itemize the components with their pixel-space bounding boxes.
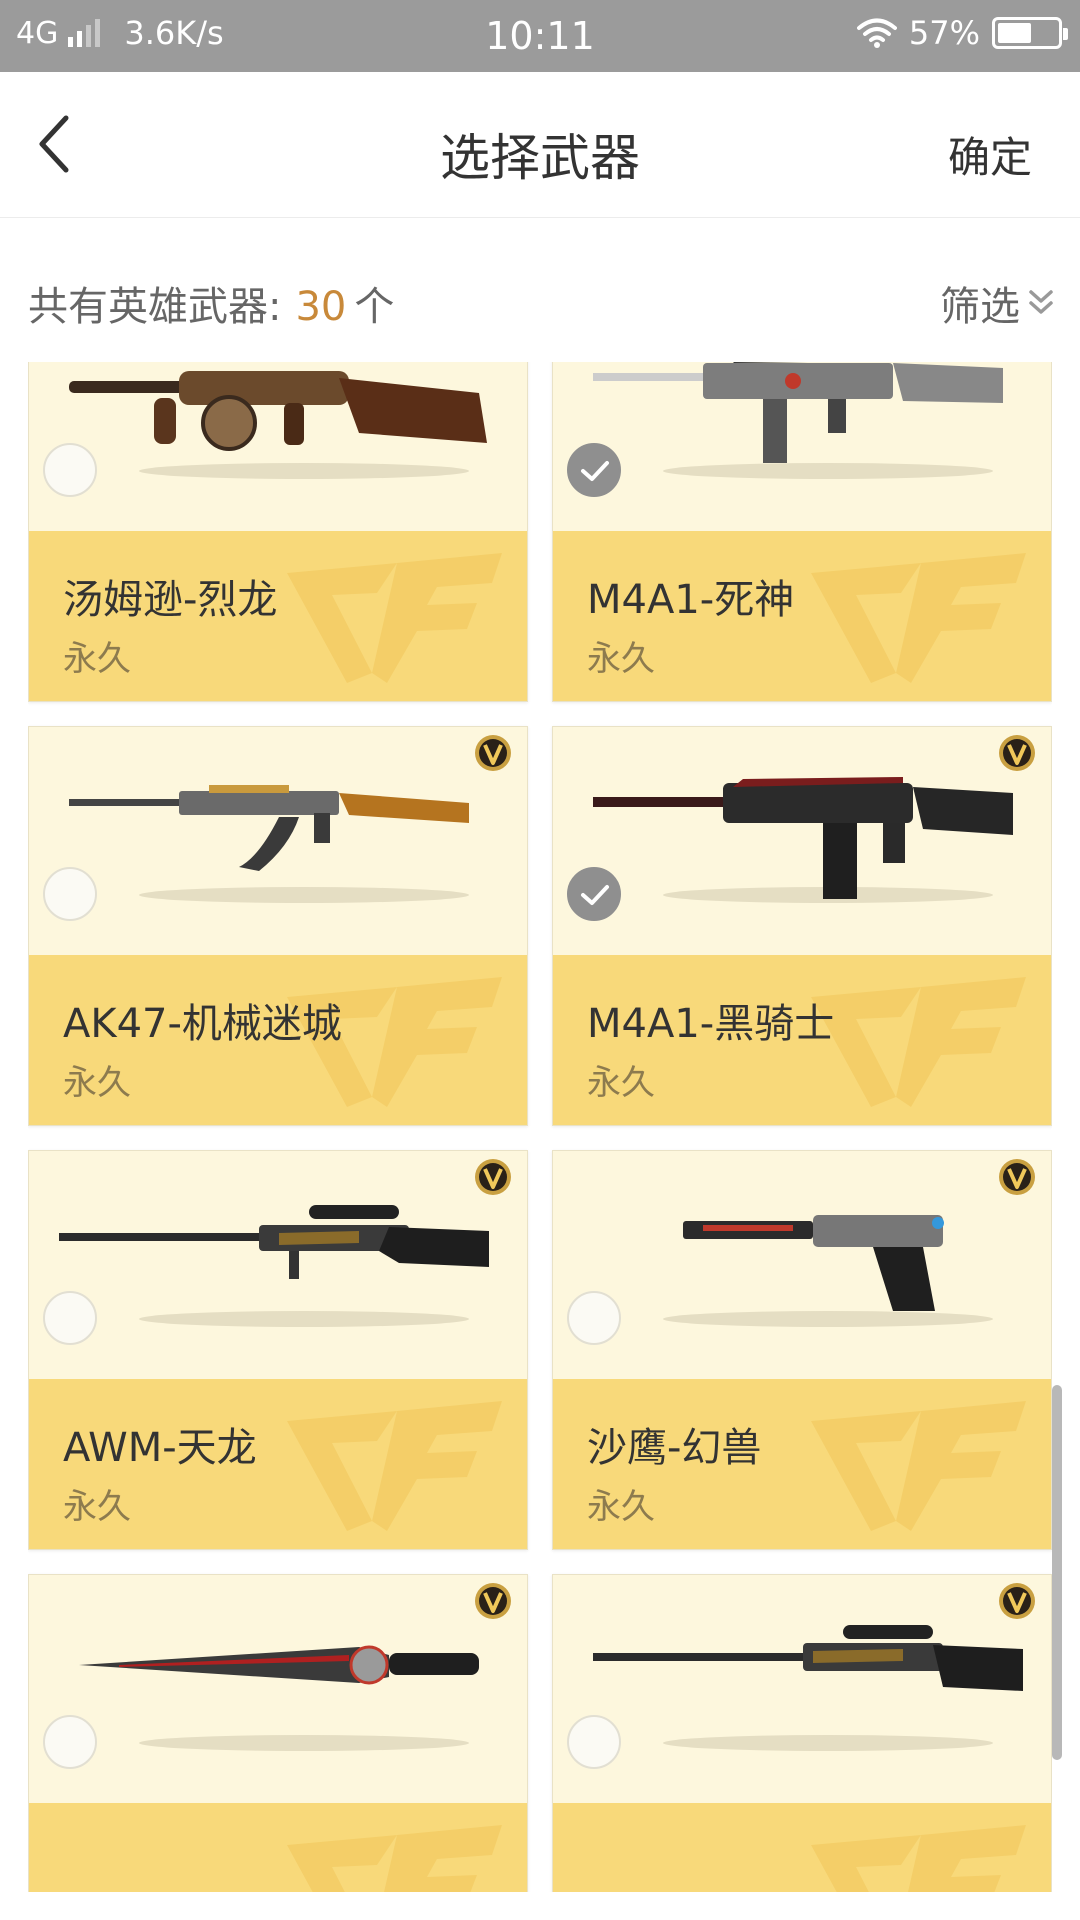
select-checkbox[interactable] [567,1715,621,1769]
cf-logo-watermark [287,1401,502,1531]
filter-button[interactable]: 筛选 [940,274,1054,332]
weapon-image [683,1215,944,1311]
battery-percent: 57% [908,14,980,52]
weapon-duration: 永久 [63,1063,131,1103]
weapon-card[interactable]: 汤姆逊-烈龙永久 [28,362,528,702]
weapon-name: AWM-天龙 [63,1425,257,1471]
weapon-image [79,1645,479,1685]
vip-v-badge-icon [999,735,1035,771]
weapon-name: AK47-机械迷城 [63,1001,342,1047]
weapon-card[interactable]: AWM-天龙永久 [28,1150,528,1550]
double-chevron-down-icon [1029,290,1053,314]
weapon-image [69,785,469,871]
cf-logo-watermark [287,553,502,683]
weapon-info [29,1803,527,1892]
weapon-info: 沙鹰-幻兽永久 [553,1379,1051,1549]
weapon-image [69,371,487,451]
checkmark-icon [581,885,609,905]
weapon-grid: 汤姆逊-烈龙 永久 M4A1-死神 永久 AK47-机械迷城 永久 M4A1-黑骑士 永久 AW… [28,362,1052,1892]
select-checkbox[interactable] [43,867,97,921]
weapon-card[interactable]: M4A1-死神永久 [552,362,1052,702]
weapon-name: 汤姆逊-烈龙 [63,577,278,623]
select-checkbox[interactable] [567,1291,621,1345]
weapon-image [59,1205,489,1279]
weapon-image-area [29,727,527,955]
count-label: 共有英雄武器: [28,284,282,330]
cf-logo-watermark [287,1825,502,1892]
nav-header: 选择武器 确定 [0,72,1080,218]
vip-v-badge-icon [999,1159,1035,1195]
weapon-duration: 永久 [63,1487,131,1527]
weapon-image-area [553,1575,1051,1803]
cf-logo-watermark [811,1401,1026,1531]
weapon-image [593,362,1003,463]
select-checkbox[interactable] [567,867,621,921]
cf-logo-watermark [811,1825,1026,1892]
select-checkbox[interactable] [567,443,621,497]
vip-v-badge-icon [999,1583,1035,1619]
scrollbar[interactable] [1052,1385,1062,1760]
weapon-image [593,777,1013,899]
weapon-card[interactable]: AK47-机械迷城永久 [28,726,528,1126]
weapon-name: M4A1-死神 [587,577,795,623]
page-title: 选择武器 [440,129,640,187]
weapon-image-area [553,362,1051,531]
weapon-duration: 永久 [587,639,655,679]
weapon-image-area [553,1151,1051,1379]
weapon-info: M4A1-黑骑士永久 [553,955,1051,1125]
filter-label: 筛选 [940,284,1020,330]
weapon-card[interactable] [552,1574,1052,1892]
weapon-info [553,1803,1051,1892]
weapon-info: AWM-天龙永久 [29,1379,527,1549]
weapon-card[interactable] [28,1574,528,1892]
battery-icon [992,17,1068,49]
weapon-info: AK47-机械迷城永久 [29,955,527,1125]
select-checkbox[interactable] [43,1715,97,1769]
battery-fill [998,23,1032,43]
vip-v-badge-icon [475,735,511,771]
weapon-name: 沙鹰-幻兽 [587,1425,762,1471]
weapon-card[interactable]: M4A1-黑骑士永久 [552,726,1052,1126]
wifi-icon [856,18,897,48]
select-checkbox[interactable] [43,1291,97,1345]
weapon-image [593,1625,1023,1691]
weapon-image-area [29,1575,527,1803]
weapon-name: M4A1-黑骑士 [587,1001,835,1047]
status-bar: 4G 3.6K/s 10:11 57% [0,0,1080,72]
weapon-image-area [29,362,527,531]
weapon-count-summary: 共有英雄武器: 30 个 [28,274,394,332]
count-value: 30 [295,284,347,330]
status-right: 57% [856,14,1068,52]
weapon-duration: 永久 [587,1487,655,1527]
weapon-duration: 永久 [63,639,131,679]
checkmark-icon [581,461,609,481]
count-unit: 个 [354,284,395,330]
weapon-info: 汤姆逊-烈龙永久 [29,531,527,701]
select-checkbox[interactable] [43,443,97,497]
weapon-image-area [29,1151,527,1379]
confirm-button[interactable]: 确定 [948,124,1032,185]
cf-logo-watermark [811,553,1026,683]
weapon-image-area [553,727,1051,955]
weapon-info: M4A1-死神永久 [553,531,1051,701]
weapon-duration: 永久 [587,1063,655,1103]
weapon-card[interactable]: 沙鹰-幻兽永久 [552,1150,1052,1550]
vip-v-badge-icon [475,1583,511,1619]
cf-logo-watermark [811,977,1026,1107]
vip-v-badge-icon [475,1159,511,1195]
